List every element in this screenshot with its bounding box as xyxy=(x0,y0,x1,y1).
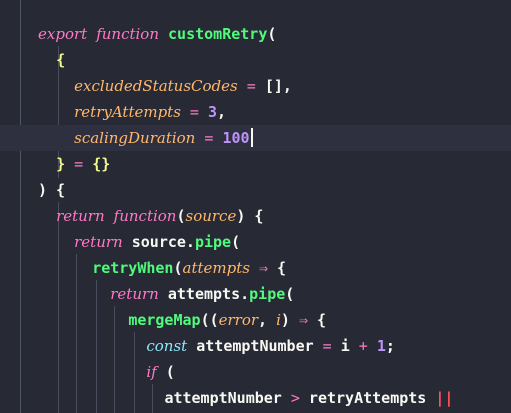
code-token: customRetry xyxy=(168,25,268,43)
code-token: , xyxy=(217,103,227,121)
code-token: attemptNumber xyxy=(187,337,323,355)
code-token: retryAttempts xyxy=(74,103,181,121)
code-token: return xyxy=(110,285,159,303)
code-token: ; xyxy=(385,337,395,355)
code-line[interactable]: return source.pipe( xyxy=(0,229,511,255)
code-token: = xyxy=(322,337,332,355)
code-token: excludedStatusCodes xyxy=(74,77,238,95)
code-token: ( xyxy=(173,259,183,277)
code-token: ) xyxy=(280,311,299,329)
code-line[interactable]: { xyxy=(0,47,511,73)
code-line[interactable]: attemptNumber > retryAttempts || xyxy=(0,385,511,411)
code-token: export xyxy=(38,25,88,43)
code-token: source xyxy=(185,207,237,225)
code-token: || xyxy=(435,389,454,407)
code-token: ( xyxy=(267,25,277,43)
code-token: = xyxy=(180,103,208,121)
code-token: error xyxy=(218,311,259,329)
code-token: } xyxy=(56,155,66,173)
code-token: { xyxy=(56,51,66,69)
code-token: attempts xyxy=(182,259,250,277)
code-token: retryWhen xyxy=(92,259,174,277)
code-token: scalingDuration xyxy=(74,129,196,147)
code-token: 1 xyxy=(376,337,386,355)
code-token: ( xyxy=(231,233,241,251)
code-token: > xyxy=(290,389,300,407)
code-token: function xyxy=(96,25,159,43)
code-line[interactable]: excludedStatusCodes = [], xyxy=(0,73,511,99)
code-token: return xyxy=(56,207,105,225)
code-line[interactable]: scalingDuration = 100 xyxy=(0,125,511,151)
code-token: ) { xyxy=(236,207,264,225)
code-token: ⇒ xyxy=(298,311,309,329)
code-line[interactable]: retryAttempts = 3, xyxy=(0,99,511,125)
code-editor[interactable]: export function customRetry( { excludedS… xyxy=(0,0,511,413)
code-token: = xyxy=(65,155,93,173)
code-token: [] xyxy=(264,77,283,95)
code-token: pipe xyxy=(249,285,286,303)
code-token: function xyxy=(113,207,177,225)
code-token: return xyxy=(74,233,123,251)
code-token: + xyxy=(358,337,368,355)
code-token: ( xyxy=(176,207,186,225)
code-line[interactable]: } = {} xyxy=(0,151,511,177)
code-token: if xyxy=(146,363,157,381)
code-token: , xyxy=(258,311,277,329)
code-token: ( xyxy=(156,363,175,381)
code-token: const xyxy=(146,337,188,355)
code-line[interactable]: return attempts.pipe( xyxy=(0,281,511,307)
code-token: { xyxy=(308,311,327,329)
code-token: ⇒ xyxy=(249,259,278,277)
code-token: attemptNumber xyxy=(164,389,291,407)
code-token: {} xyxy=(92,155,111,173)
code-token: 3 xyxy=(208,103,218,121)
code-token: i xyxy=(331,337,359,355)
code-token: ) { xyxy=(38,181,66,199)
code-token: { xyxy=(277,259,287,277)
code-token: ( xyxy=(285,285,295,303)
code-token: = xyxy=(195,129,223,147)
code-token: 100 xyxy=(222,129,250,147)
code-line[interactable]: ) { xyxy=(0,177,511,203)
code-token: retryAttempts xyxy=(299,389,436,407)
code-line[interactable]: return function(source) { xyxy=(0,203,511,229)
code-token: mergeMap xyxy=(128,311,201,329)
code-token: (( xyxy=(200,311,219,329)
code-line[interactable]: mergeMap((error, i) ⇒ { xyxy=(0,307,511,333)
code-token: source. xyxy=(122,233,195,251)
code-token: pipe xyxy=(194,233,232,251)
text-cursor xyxy=(250,128,253,147)
code-line[interactable]: retryWhen(attempts ⇒ { xyxy=(0,255,511,281)
code-token: attempts. xyxy=(158,285,250,303)
code-token: , xyxy=(282,77,292,95)
code-line[interactable]: const attemptNumber = i + 1; xyxy=(0,333,511,359)
code-token: = xyxy=(237,77,265,95)
code-line[interactable]: export function customRetry( xyxy=(0,21,511,47)
code-line[interactable]: if ( xyxy=(0,359,511,385)
